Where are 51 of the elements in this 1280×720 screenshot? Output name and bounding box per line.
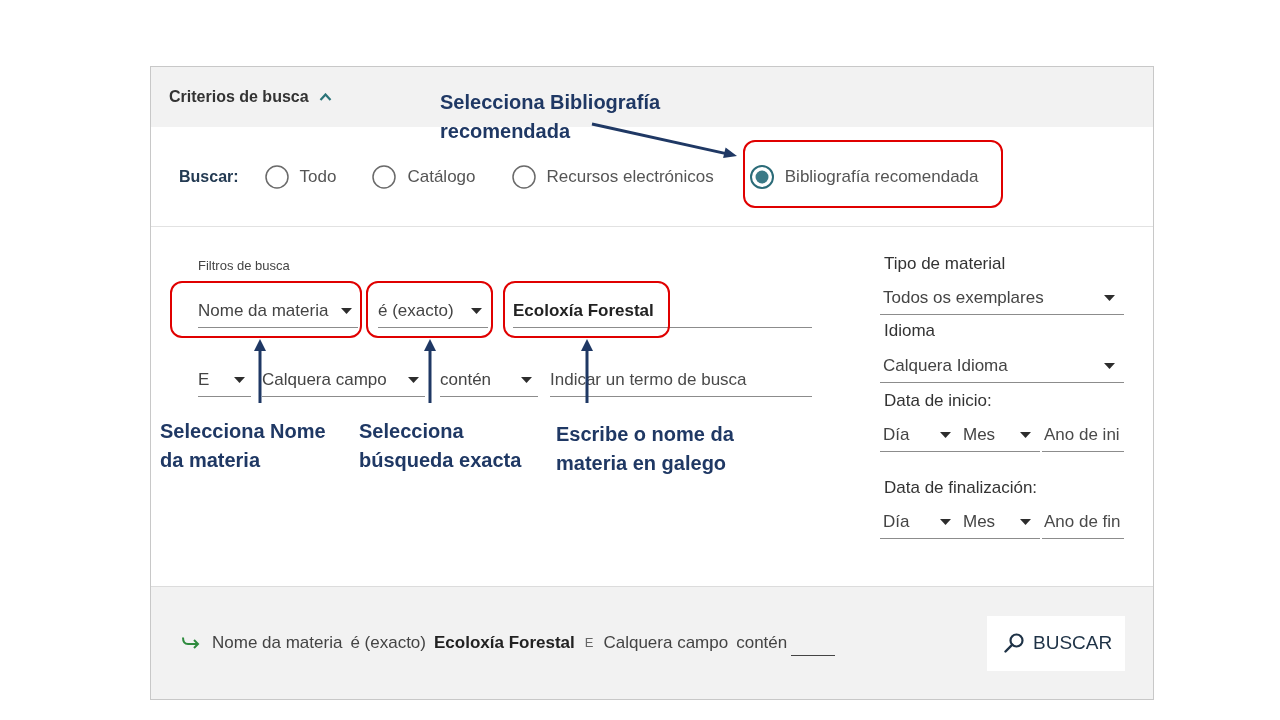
dropdown-select[interactable]: Calquera Idioma (880, 349, 1124, 383)
caret-icon (471, 307, 482, 314)
caret-icon (1020, 518, 1031, 525)
radio-option[interactable]: Todo (264, 163, 337, 190)
dropdown-select[interactable]: Calquera campo (262, 363, 425, 397)
annotation-text: Selecciona búsqueda exacta (359, 419, 522, 473)
caret-icon (341, 307, 352, 314)
search-button[interactable]: BUSCAR (987, 615, 1125, 671)
caret-icon (940, 518, 951, 525)
field-label: Tipo de material (883, 254, 1006, 274)
text-field[interactable]: Ano de fin (1042, 505, 1124, 539)
radio-option[interactable]: Recursos electrónicos (511, 163, 714, 190)
dropdown-select[interactable]: Día (880, 505, 960, 539)
query-connector: E (583, 634, 595, 653)
text-field[interactable]: Ecoloxía Forestal (513, 294, 812, 328)
caret-icon (1104, 362, 1115, 369)
field-label: Idioma (883, 321, 936, 341)
caret-icon (940, 431, 951, 438)
caret-icon (1104, 294, 1115, 301)
dropdown-select[interactable]: Todos os exemplares (880, 281, 1124, 315)
annotation-text: Selecciona Nome da materia (160, 419, 326, 473)
text-field[interactable]: Ano de ini (1042, 418, 1124, 452)
dropdown-select[interactable]: Mes (960, 505, 1040, 539)
query-field: Calquera campo (603, 630, 729, 656)
query-field: Nome da materia (212, 630, 343, 656)
caret-icon (408, 376, 419, 383)
dropdown-select[interactable]: Nome da materia (198, 294, 358, 328)
query-term: Ecoloxía Forestal (434, 632, 575, 655)
dropdown-select[interactable]: Mes (960, 418, 1040, 452)
filters-label: Filtros de busca (198, 258, 290, 274)
field-label: Data de finalización: (883, 478, 1038, 498)
callout-arrow (424, 339, 436, 403)
caret-icon (1020, 431, 1031, 438)
dropdown-select[interactable]: contén (440, 363, 538, 397)
dropdown-select[interactable]: é (exacto) (378, 294, 488, 328)
annotation-text: Selecciona Bibliografía recomendada (440, 90, 661, 144)
panel-title: Criterios de busca (169, 87, 309, 107)
query-operator: é (exacto) (350, 632, 426, 655)
query-operator: contén (736, 632, 788, 655)
caret-icon (521, 376, 532, 383)
annotation-text: Escribe o nome da materia en galego (556, 422, 734, 476)
radio-option[interactable]: Catálogo (372, 163, 476, 190)
dropdown-select[interactable]: E (198, 363, 251, 397)
dropdown-select[interactable]: Día (880, 418, 960, 452)
chevron-up-icon[interactable] (318, 93, 332, 101)
search-scope-label: Buscar: (179, 166, 239, 187)
radio-option[interactable]: Bibliografía recomendada (749, 163, 979, 190)
field-label: Data de inicio: (883, 391, 992, 411)
search-icon (1004, 633, 1024, 653)
caret-icon (234, 376, 245, 383)
hook-arrow-icon (181, 636, 200, 650)
